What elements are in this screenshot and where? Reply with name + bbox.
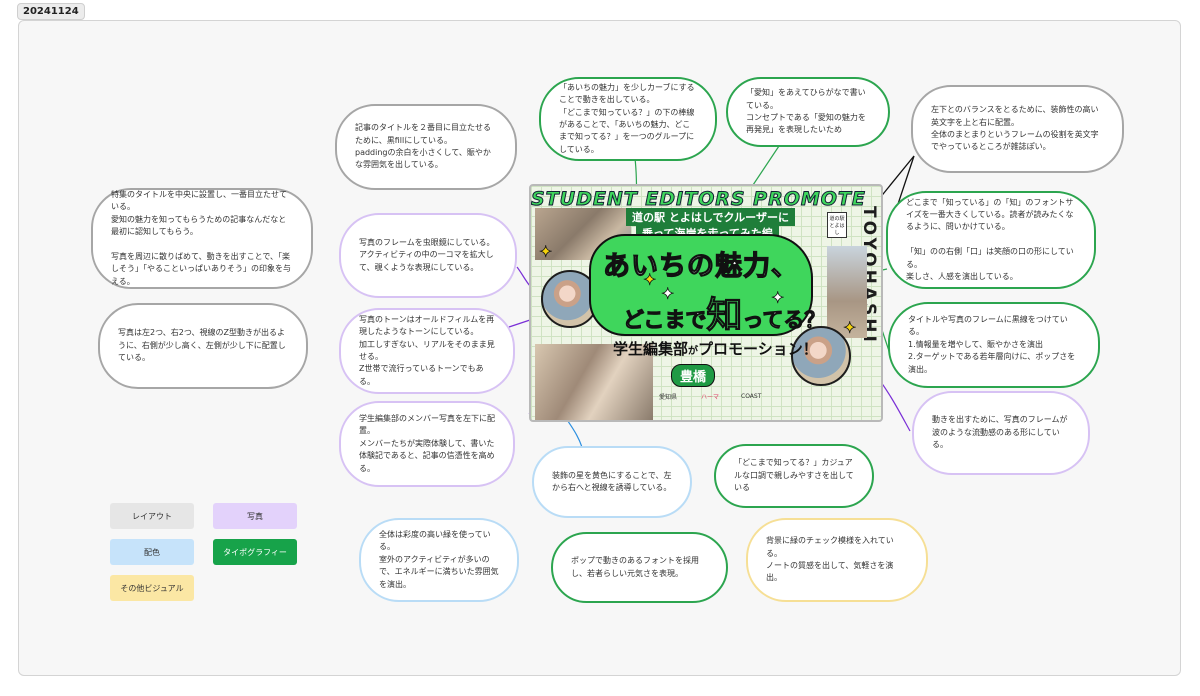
poster-banner-text: STUDENT EDITORS PROMOTE	[531, 188, 866, 211]
legend-other-visual[interactable]: その他ビジュアル	[110, 575, 194, 601]
legend-color[interactable]: 配色	[110, 539, 194, 565]
sparkle-icon: ✦	[539, 242, 553, 261]
note-visual-check-pattern[interactable]: 背景に緑のチェック模様を入れている。 ノートの質感を出して、気軽さを演出。	[746, 518, 928, 602]
poster-promo-a: 学生編集部	[613, 340, 689, 358]
sparkle-icon: ✦	[643, 270, 657, 289]
poster-title-part-a: どこまで	[622, 308, 707, 333]
note-color-saturation[interactable]: 全体は彩度の高い緑を使っている。 室外のアクティビティが多いので、エネルギーに満…	[359, 518, 519, 602]
note-photo-magnifier[interactable]: 写真のフレームを虫眼鏡にしている。 アクティビティの中の一コマを拡大して、覗くよ…	[339, 213, 517, 298]
poster-document-icon: 道の駅 とよはし	[827, 212, 847, 238]
poster-title-part-c: ってる？	[742, 308, 826, 333]
poster-city-badge: 豊橋	[671, 364, 716, 387]
note-color-stars[interactable]: 装飾の星を黄色にすることで、左から右へと視線を誘導している。	[532, 446, 692, 518]
note-photo-tone[interactable]: 写真のトーンはオールドフィルムを再現したようなトーンにしている。 加工しすぎない…	[339, 308, 515, 394]
legend-typography[interactable]: タイポグラフィー	[213, 539, 297, 565]
board-date-label[interactable]: 20241124	[17, 3, 85, 20]
whiteboard: 特集のタイトルを中央に設置し、一番目立たせている。 愛知の魅力を知ってもらうため…	[18, 20, 1181, 676]
note-typo-outline[interactable]: タイトルや写真のフレームに黒線をつけている。 1.情報量を増やして、賑やかさを演…	[888, 302, 1100, 388]
poster-logo-1: 愛知県	[659, 393, 678, 401]
note-layout-photo-placement[interactable]: 写真は左2つ、右2つ、視線のZ型動きが出るように、右側が少し高く、左側が少し下に…	[98, 303, 308, 389]
poster-title-line-1: あいちの魅力、	[602, 250, 799, 282]
poster-promo-line: 学生編集部がプロモーション！	[613, 338, 818, 359]
note-typo-pop-font[interactable]: ポップで動きのあるフォントを採用し、若者らしい元気さを表現。	[551, 532, 728, 603]
note-layout-english-text[interactable]: 左下とのバランスをとるために、装飾性の高い英文字を上と右に配置。 全体のまとまり…	[911, 85, 1124, 173]
legend-photo[interactable]: 写真	[213, 503, 297, 529]
poster-title-line-2: どこまで知ってる？	[622, 286, 826, 338]
poster-logo-2: ハーマ	[701, 393, 720, 401]
note-typo-font-size[interactable]: どこまで「知っている」の「知」のフォントサイズを一番大きくしている。読者が読みた…	[886, 191, 1096, 289]
note-photo-members[interactable]: 学生編集部のメンバー写真を左下に配置。 メンバーたちが実際体験して、書いた体験記…	[339, 401, 515, 487]
sparkle-icon: ✦	[843, 318, 857, 337]
poster-promo-b: が	[688, 346, 699, 357]
note-photo-wave-frame[interactable]: 動きを出すために、写真のフレームが波のような流動感のある形にしている。	[912, 391, 1090, 475]
poster-title-part-b: 知	[706, 295, 743, 337]
note-layout-article-title[interactable]: 記事のタイトルを２番目に目立たせるために、黒fillにしている。 padding…	[335, 104, 517, 190]
note-typo-hiragana[interactable]: 「愛知」をあえてひらがなで書いている。 コンセプトである「愛知の魅力を再発見」を…	[726, 77, 890, 147]
sparkle-icon: ✦	[661, 284, 675, 303]
note-typo-curve[interactable]: 「あいちの魅力」を少しカーブにすることで動きを出している。 「どこまで知っている…	[539, 77, 717, 161]
poster-logo-3: COAST	[741, 392, 762, 400]
sparkle-icon: ✦	[771, 288, 785, 307]
note-layout-feature-title[interactable]: 特集のタイトルを中央に設置し、一番目立たせている。 愛知の魅力を知ってもらうため…	[91, 188, 313, 289]
legend-layout[interactable]: レイアウト	[110, 503, 194, 529]
note-typo-casual[interactable]: 「どこまで知ってる？」カジュアルな口調で親しみやすさを出している	[714, 444, 874, 508]
poster-image[interactable]: STUDENT EDITORS PROMOTE TOYOHASHI 道の駅 とよ…	[529, 184, 883, 422]
poster-promo-c: プロモーション！	[698, 340, 818, 358]
